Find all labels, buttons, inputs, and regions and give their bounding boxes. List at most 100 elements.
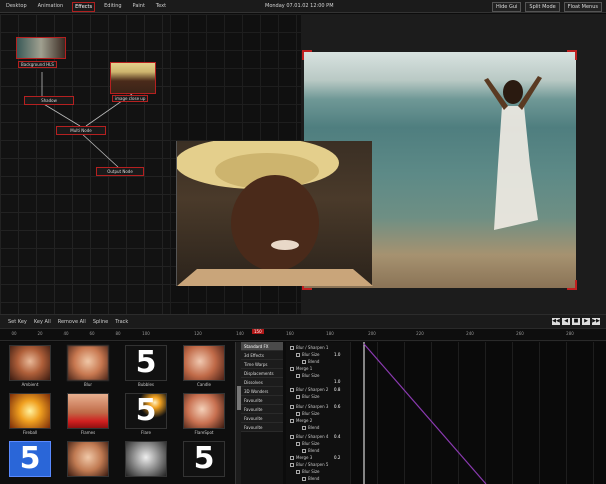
layer-row[interactable]: Blur Size bbox=[296, 469, 320, 474]
layer-row[interactable]: Blend bbox=[302, 359, 319, 364]
effect-tile[interactable] bbox=[62, 440, 114, 484]
menu-animation[interactable]: Animation bbox=[36, 2, 66, 12]
category-item[interactable]: Dissolves bbox=[241, 378, 283, 387]
layer-row[interactable]: Blur / Sharpen 4 bbox=[290, 434, 328, 439]
spline-button[interactable]: Spline bbox=[93, 319, 108, 325]
image-node-label[interactable]: image close up bbox=[112, 95, 149, 102]
checkbox-icon[interactable] bbox=[290, 366, 294, 371]
layer-row[interactable]: Blend bbox=[302, 448, 319, 453]
effect-tile[interactable] bbox=[120, 440, 172, 484]
shadow-node[interactable]: Shadow bbox=[24, 96, 74, 105]
menu-desktop[interactable]: Desktop bbox=[4, 2, 29, 12]
hide-gui-button[interactable]: Hide Gui bbox=[491, 2, 522, 12]
background-node-thumbnail[interactable] bbox=[16, 37, 66, 59]
layer-label: Blur / Sharpen 1 bbox=[296, 345, 329, 350]
checkbox-icon[interactable] bbox=[290, 404, 294, 409]
step-back-icon[interactable]: ◀ bbox=[562, 318, 570, 325]
category-item[interactable]: Time Warps bbox=[241, 360, 283, 369]
checkbox-icon[interactable] bbox=[296, 469, 300, 474]
layer-row[interactable]: Blur / Sharpen 3 bbox=[290, 404, 328, 409]
checkbox-icon[interactable] bbox=[296, 373, 300, 378]
category-item[interactable]: Displacements bbox=[241, 369, 283, 378]
menu-paint[interactable]: Paint bbox=[131, 2, 147, 12]
layer-row[interactable]: Blur Size bbox=[296, 373, 320, 378]
category-item[interactable]: Favourite bbox=[241, 396, 283, 405]
layer-row[interactable]: Blend bbox=[302, 476, 319, 481]
category-item[interactable]: Favourite bbox=[241, 414, 283, 423]
ruler-tick: 260 bbox=[516, 331, 524, 336]
layer-row[interactable]: Blur Size bbox=[296, 394, 320, 399]
layer-row[interactable]: Blur Size bbox=[296, 352, 320, 357]
checkbox-icon[interactable] bbox=[302, 448, 306, 453]
remove-all-button[interactable]: Remove All bbox=[58, 319, 86, 325]
output-node[interactable]: Output Node bbox=[96, 167, 144, 176]
float-menus-button[interactable]: Float Menus bbox=[563, 2, 602, 12]
ruler-tick: 220 bbox=[416, 331, 424, 336]
key-all-button[interactable]: Key All bbox=[34, 319, 51, 325]
layer-row[interactable]: Blur Size bbox=[296, 441, 320, 446]
checkbox-icon[interactable] bbox=[296, 411, 300, 416]
set-key-button[interactable]: Set Key bbox=[8, 319, 27, 325]
multi-node[interactable]: Multi Node bbox=[56, 126, 106, 135]
category-item[interactable]: Favourite bbox=[241, 423, 283, 432]
layer-row[interactable]: Blend bbox=[302, 425, 319, 430]
effect-flames[interactable]: Flames bbox=[62, 392, 114, 438]
layer-row[interactable]: Merge 1 bbox=[290, 366, 312, 371]
checkbox-icon[interactable] bbox=[296, 441, 300, 446]
effect-thumbnail bbox=[67, 441, 109, 477]
layer-row[interactable]: Blur / Sharpen 1 bbox=[290, 345, 328, 350]
checkbox-icon[interactable] bbox=[290, 418, 294, 423]
checkbox-icon[interactable] bbox=[290, 462, 294, 467]
effect-tile[interactable]: 5 bbox=[178, 440, 230, 484]
effect-candle[interactable]: Candle bbox=[178, 344, 230, 390]
ruler-tick: 80 bbox=[115, 331, 121, 336]
checkbox-icon[interactable] bbox=[302, 476, 306, 481]
checkbox-icon[interactable] bbox=[296, 352, 300, 357]
viewer[interactable] bbox=[170, 14, 606, 314]
playhead-marker[interactable]: 150 bbox=[252, 329, 264, 334]
viewer-corner-top-right bbox=[567, 50, 577, 60]
layer-row[interactable]: Blur Size bbox=[296, 411, 320, 416]
effect-fireball[interactable]: Fireball bbox=[4, 392, 56, 438]
timeline-ruler[interactable]: 00 20 40 60 80 100 120 140 160 180 200 2… bbox=[0, 328, 606, 341]
menu-effects[interactable]: Effects bbox=[72, 2, 96, 12]
category-item[interactable]: 3D Wonders bbox=[241, 387, 283, 396]
fast-forward-icon[interactable]: ▶▶ bbox=[592, 318, 600, 325]
tile-number-icon: 5 bbox=[183, 441, 225, 477]
layer-row[interactable]: Blur / Sharpen 5 bbox=[290, 462, 328, 467]
effect-flare[interactable]: 5 Flare bbox=[120, 392, 172, 438]
timeline-toolbar: Set Key Key All Remove All Spline Track … bbox=[0, 314, 606, 328]
layer-row[interactable]: Merge 3 bbox=[290, 455, 312, 460]
effect-ambient[interactable]: Ambient bbox=[4, 344, 56, 390]
effect-bubbles[interactable]: 5 Bubbles bbox=[120, 344, 172, 390]
track-button[interactable]: Track bbox=[115, 319, 128, 325]
layer-row[interactable]: Blur / Sharpen 2 bbox=[290, 387, 328, 392]
effect-label: Blur bbox=[83, 382, 93, 387]
category-item[interactable]: Standard FX bbox=[241, 342, 283, 351]
play-icon[interactable]: ▶ bbox=[582, 318, 590, 325]
layer-parameters: Blur / Sharpen 1 1.0 Blur Size Blend Mer… bbox=[286, 342, 350, 484]
checkbox-icon[interactable] bbox=[302, 359, 306, 364]
checkbox-icon[interactable] bbox=[296, 394, 300, 399]
effect-blur[interactable]: Blur bbox=[62, 344, 114, 390]
checkbox-icon[interactable] bbox=[290, 345, 294, 350]
image-node-thumbnail[interactable] bbox=[110, 62, 156, 94]
menu-text[interactable]: Text bbox=[154, 2, 168, 12]
menu-editing[interactable]: Editing bbox=[102, 2, 123, 12]
checkbox-icon[interactable] bbox=[290, 434, 294, 439]
category-item[interactable]: Favourite bbox=[241, 405, 283, 414]
category-item[interactable]: 3d Effects bbox=[241, 351, 283, 360]
ruler-tick: 160 bbox=[286, 331, 294, 336]
background-node-label[interactable]: Background HLS bbox=[18, 61, 57, 68]
checkbox-icon[interactable] bbox=[290, 455, 294, 460]
effect-flarespot[interactable]: FlareSpot bbox=[178, 392, 230, 438]
rewind-icon[interactable]: ◀◀ bbox=[552, 318, 560, 325]
layer-row[interactable]: Merge 2 bbox=[290, 418, 312, 423]
stop-icon[interactable]: ■ bbox=[572, 318, 580, 325]
layer-label: Blur / Sharpen 2 bbox=[296, 387, 329, 392]
checkbox-icon[interactable] bbox=[290, 387, 294, 392]
checkbox-icon[interactable] bbox=[302, 425, 306, 430]
effect-selected[interactable]: 5 bbox=[4, 440, 56, 484]
split-mode-button[interactable]: Split Mode bbox=[525, 2, 560, 12]
curve-editor[interactable] bbox=[350, 342, 606, 484]
